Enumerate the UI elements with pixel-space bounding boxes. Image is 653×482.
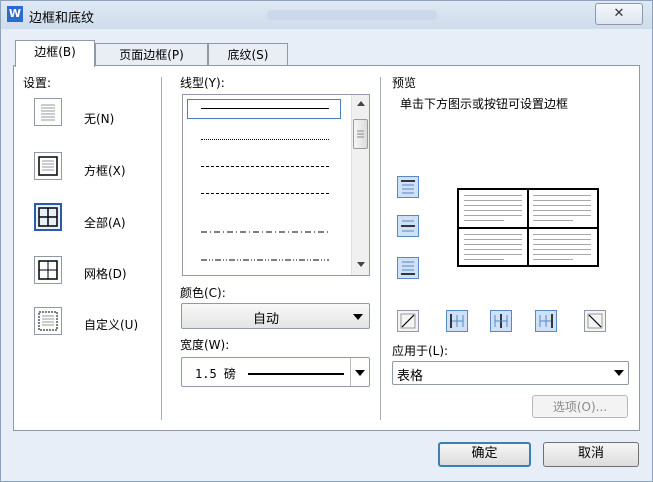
width-sample-line [248,373,344,375]
close-button[interactable]: ✕ [595,3,643,25]
setting-box-label[interactable]: 方框(X) [84,162,126,179]
line-style-heading: 线型(Y): [180,76,225,90]
tab-shading[interactable]: 底纹(S) [208,43,288,65]
scroll-down-arrow-icon[interactable] [357,262,365,267]
line-style-selection [187,99,341,119]
color-value: 自动 [252,312,279,327]
color-label: 颜色(C): [180,286,226,300]
ok-button[interactable]: 确定 [438,442,531,467]
options-button[interactable]: 选项(O)... [532,395,628,418]
middle-horizontal-border-button[interactable] [397,215,419,237]
settings-heading: 设置: [23,76,52,90]
bottom-border-button[interactable] [397,257,419,279]
chevron-down-icon [355,370,365,376]
column-divider [161,77,162,420]
diagonal-down-border-button[interactable] [584,310,606,332]
none-border-icon[interactable] [34,98,62,126]
middle-vertical-border-button[interactable] [490,310,512,332]
line-style-dash-dot-dot[interactable] [201,250,329,261]
width-dropdown[interactable]: 1.5 磅 [181,357,370,387]
line-style-dotted[interactable] [201,139,329,140]
scroll-thumb[interactable] [353,119,368,149]
wps-writer-icon: W [7,6,23,22]
width-label: 宽度(W): [180,338,230,352]
right-border-button[interactable] [535,310,557,332]
setting-none-label[interactable]: 无(N) [84,110,114,127]
box-border-icon[interactable] [34,152,62,180]
width-value: 1.5 磅 [195,367,236,381]
grid-border-icon[interactable] [34,256,62,284]
all-borders-icon[interactable] [34,203,62,231]
line-style-scrollbar[interactable] [351,95,369,275]
dropdown-divider [350,358,351,386]
left-border-button[interactable] [446,310,468,332]
apply-to-dropdown[interactable]: 表格 [392,361,629,385]
custom-border-icon[interactable] [34,307,62,335]
line-style-listbox[interactable] [182,94,370,276]
setting-all-label[interactable]: 全部(A) [84,214,126,231]
line-style-solid[interactable] [201,108,329,109]
border-shading-dialog: W 边框和底纹 ✕ 边框(B) 页面边框(P) 底纹(S) 设置: 无(N) 方… [0,0,653,482]
blurred-title-area [267,10,437,20]
scroll-up-arrow-icon[interactable] [357,101,365,106]
preview-horizontal-divider [459,227,597,229]
color-dropdown[interactable]: 自动 [181,303,370,329]
line-style-dashed[interactable] [201,193,329,194]
border-preview[interactable] [457,188,599,267]
apply-to-label: 应用于(L): [392,344,449,358]
diagonal-up-border-button[interactable] [397,310,419,332]
line-style-dashed-fine[interactable] [201,166,329,167]
tab-borders[interactable]: 边框(B) [15,40,95,67]
title-bar[interactable]: W 边框和底纹 ✕ [1,1,652,29]
chevron-down-icon [353,314,363,320]
chevron-down-icon [614,370,624,376]
setting-custom-label[interactable]: 自定义(U) [84,316,138,333]
setting-grid-label[interactable]: 网格(D) [84,265,127,282]
dialog-title: 边框和底纹 [29,11,95,26]
preview-hint: 单击下方图示或按钮可设置边框 [400,97,569,111]
column-divider [380,77,381,420]
line-style-dash-dot[interactable] [201,222,329,233]
apply-to-value: 表格 [397,369,424,384]
cancel-button[interactable]: 取消 [543,442,639,467]
top-border-button[interactable] [397,176,419,198]
tab-page-borders[interactable]: 页面边框(P) [95,43,208,65]
preview-heading: 预览 [392,76,417,90]
